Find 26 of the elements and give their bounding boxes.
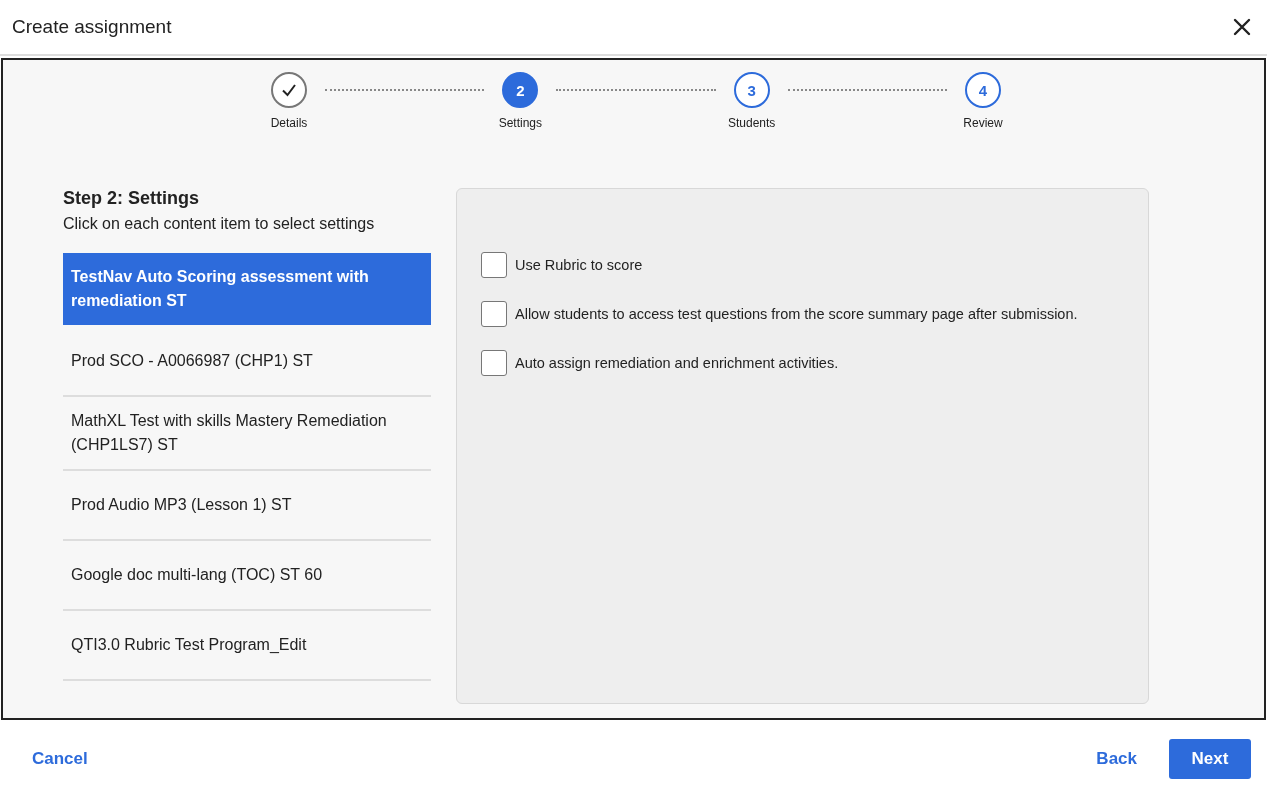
dialog-title: Create assignment xyxy=(12,16,172,38)
step-label: Students xyxy=(727,116,776,130)
checkbox[interactable] xyxy=(481,252,507,278)
checkbox[interactable] xyxy=(481,301,507,327)
step-number: 4 xyxy=(965,72,1001,108)
back-link[interactable]: Back xyxy=(1096,748,1137,769)
option-label: Auto assign remediation and enrichment activities. xyxy=(515,355,839,371)
content-item[interactable]: Prod Audio MP3 (Lesson 1) ST xyxy=(63,471,431,541)
close-icon[interactable] xyxy=(1233,18,1251,36)
step-number: 2 xyxy=(502,72,539,108)
cancel-link[interactable]: Cancel xyxy=(32,748,88,769)
content-item[interactable]: QTI3.0 Rubric Test Program_Edit xyxy=(63,611,431,681)
checkbox[interactable] xyxy=(481,350,507,376)
option-label: Allow students to access test questions from the score summary page after submission. xyxy=(515,306,1078,322)
section-heading: Step 2: Settings xyxy=(63,188,201,209)
step-label: Details xyxy=(270,116,308,130)
content-item[interactable]: TestNav Auto Scoring assessment with remediation ST xyxy=(63,253,431,325)
step-label: Review xyxy=(963,116,1003,130)
instruction-text: Click on each content item to select settings xyxy=(63,215,376,233)
content-item[interactable]: MathXL Test with skills Mastery Remediation (CHP1LS7) ST xyxy=(63,397,431,471)
step-label: Settings xyxy=(498,116,542,130)
next-button[interactable]: Next xyxy=(1169,738,1251,779)
step-number: 3 xyxy=(733,72,770,108)
option-label: Use Rubric to score xyxy=(515,257,643,273)
content-item[interactable]: Prod SCO - A0066987 (CHP1) ST xyxy=(63,327,431,397)
content-item[interactable]: Google doc multi-lang (TOC) ST 60 xyxy=(63,541,431,611)
